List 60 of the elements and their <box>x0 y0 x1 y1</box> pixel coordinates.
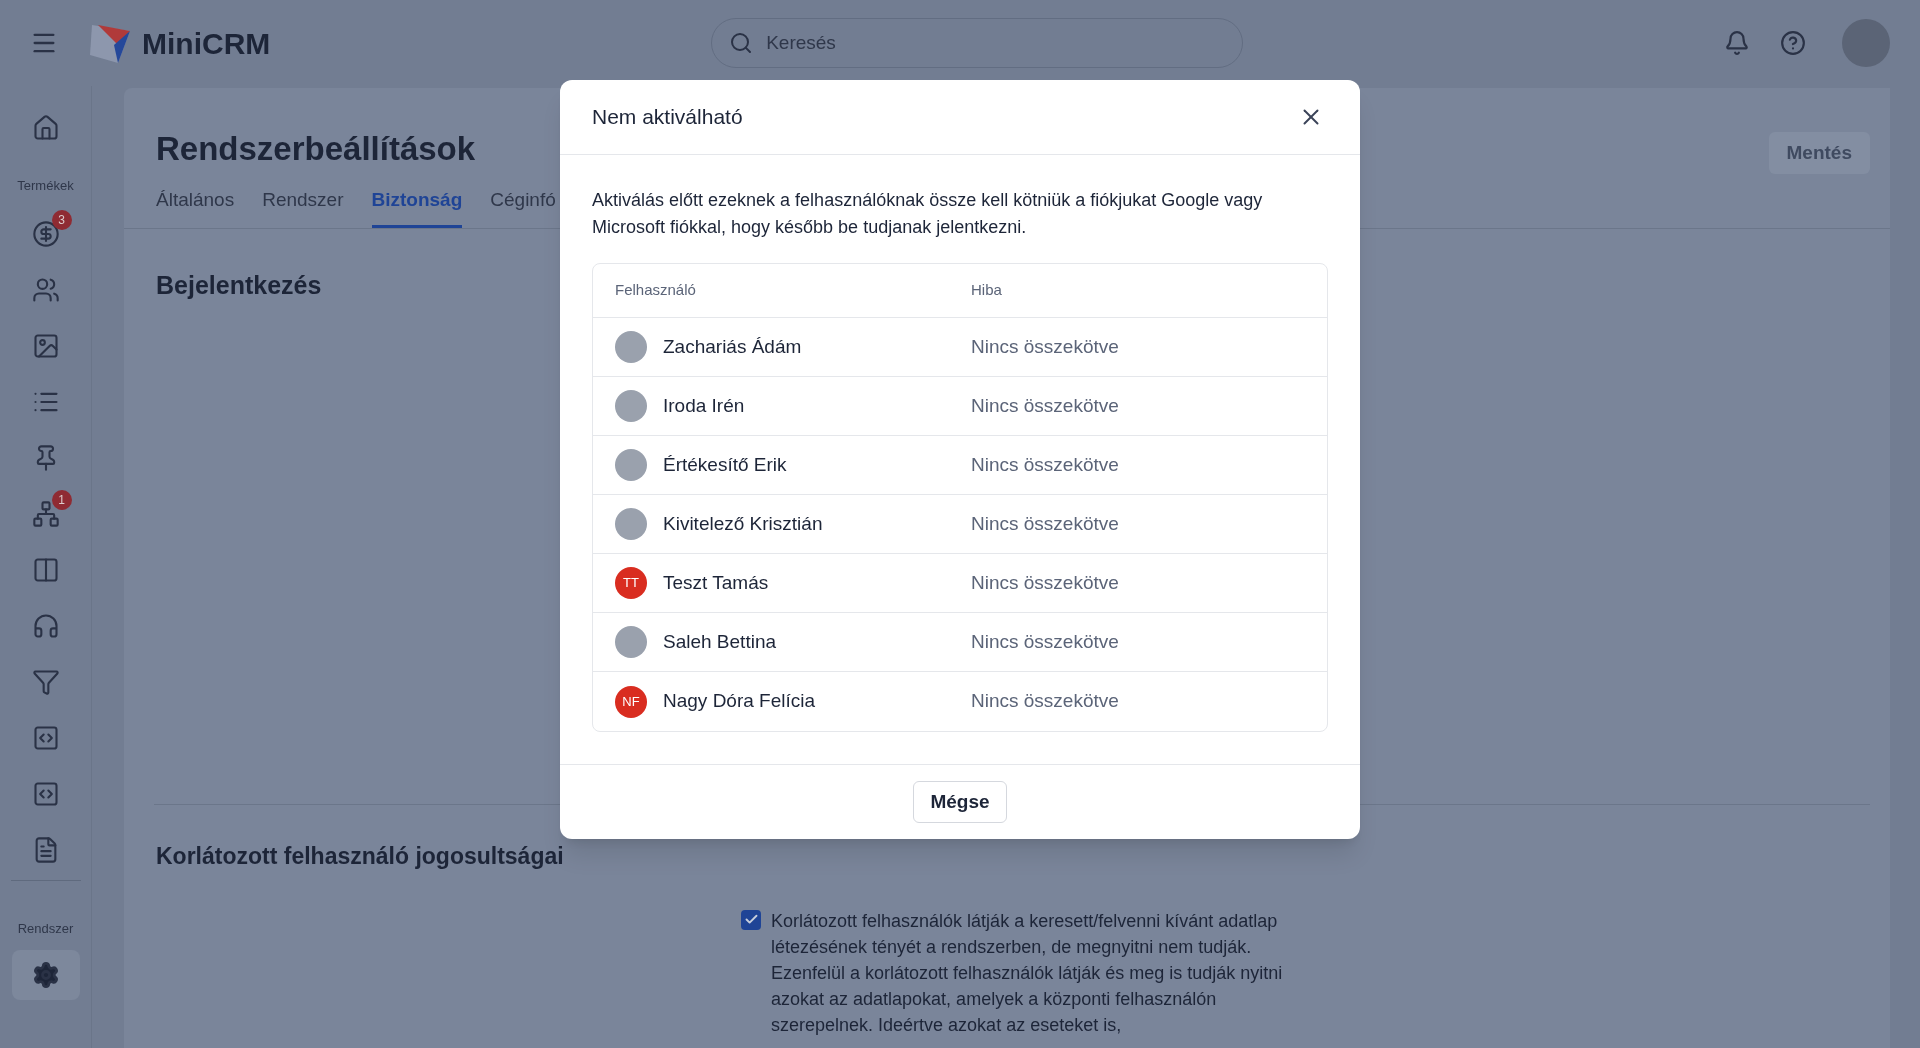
user-name: Kivitelező Krisztián <box>663 511 823 536</box>
cancel-button[interactable]: Mégse <box>913 781 1007 823</box>
tab[interactable]: Céginfó <box>490 186 556 228</box>
filter-icon <box>31 667 60 696</box>
error-text: Nincs összekötve <box>971 689 1119 714</box>
search-field[interactable]: Keresés <box>711 18 1244 68</box>
settings-icon <box>31 961 60 989</box>
columns-icon <box>31 555 60 584</box>
sidebar-item[interactable]: 3 <box>17 207 74 260</box>
dollar-icon <box>31 219 60 248</box>
tab[interactable]: Rendszer <box>262 186 344 228</box>
image-icon <box>31 331 60 360</box>
user-name: Nagy Dóra Felícia <box>663 689 816 714</box>
initials-avatar: TT <box>615 567 647 599</box>
tab[interactable]: Általános <box>156 186 235 228</box>
checkbox[interactable] <box>741 909 761 930</box>
notification-badge: 3 <box>51 209 72 230</box>
error-text: Nincs összekötve <box>971 570 1119 595</box>
sidebar-group-label: Rendszer <box>17 919 74 938</box>
brand-name: MiniCRM <box>142 25 271 62</box>
avatar-photo-placeholder <box>615 626 647 658</box>
avatar-photo-placeholder <box>615 449 647 481</box>
users-icon <box>31 275 60 304</box>
column-header: Felhasználó <box>615 280 697 301</box>
check-icon <box>743 912 759 927</box>
error-text: Nincs összekötve <box>971 511 1119 536</box>
user-name: Saleh Bettina <box>663 629 777 654</box>
save-button[interactable]: Mentés <box>1768 132 1870 174</box>
error-text: Nincs összekötve <box>971 629 1119 654</box>
help-icon[interactable] <box>1780 30 1806 56</box>
search-icon <box>729 31 754 55</box>
notification-icon[interactable] <box>1724 30 1750 56</box>
dialog-title: Nem aktiválható <box>592 104 743 131</box>
dialog-description: Aktiválás előtt ezeknek a felhasználóknak össze kell kötniük a fiókjukat Google vagy Microsoft fiókkal, hogy később be tudjanak jelentkezni. <box>592 189 1264 239</box>
initials-avatar: NF <box>615 685 647 718</box>
avatar-photo-placeholder <box>615 331 647 363</box>
column-header: Hiba <box>971 280 1002 301</box>
avatar-photo-placeholder <box>615 390 647 422</box>
user-name: Teszt Tamás <box>663 570 769 595</box>
code-icon <box>31 723 60 752</box>
error-text: Nincs összekötve <box>971 334 1119 359</box>
error-text: Nincs összekötve <box>971 452 1119 477</box>
headphones-icon <box>31 611 60 640</box>
sidebar-group-label: Termékek <box>17 177 74 195</box>
code-icon <box>31 779 60 808</box>
user-name: Értékesítő Erik <box>663 452 787 477</box>
tab[interactable]: Biztonság <box>371 186 463 228</box>
error-text: Nincs összekötve <box>971 393 1119 418</box>
page-title: Rendszerbeállítások <box>156 129 476 169</box>
section-title: Korlátozott felhasználó jogosultságai <box>156 842 564 871</box>
avatar-photo-placeholder <box>615 508 647 540</box>
checkbox-label: Korlátozott felhasználók látják a keresett/felvenni kívánt adatlap létezésének tényét a rendszerben, de megnyitni nem tudják. Ezenfelül a korlátozott felhasználók látják és meg is tudják nyitni azokat az adatlapokat, amelyek a központi felhasználón szerepelnek. Ideértve azokat az eseteket is, <box>771 909 1284 1037</box>
hierarchy-icon <box>31 499 60 528</box>
user-name: Zachariás Ádám <box>663 334 802 359</box>
sidebar-item[interactable]: 1 <box>17 487 74 540</box>
home-icon <box>31 114 60 142</box>
sidebar-item[interactable] <box>11 950 80 1000</box>
section-title: Bejelentkezés <box>156 269 322 301</box>
user-name: Iroda Irén <box>663 393 745 418</box>
notification-badge: 1 <box>51 489 72 510</box>
